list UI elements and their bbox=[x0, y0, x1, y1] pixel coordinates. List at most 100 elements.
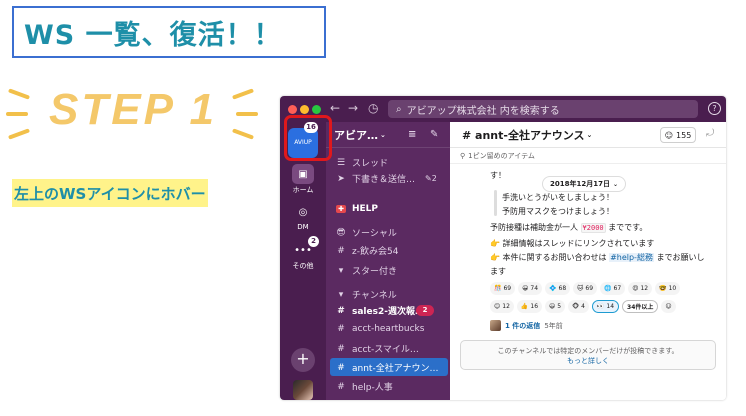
history-clock-icon[interactable]: ◷ bbox=[368, 101, 378, 115]
workspace-rail: AVIUP 16 ▣ ホーム ◎ DM ••• その他 2 + bbox=[280, 122, 326, 400]
huddle-icon[interactable]: ⤾ bbox=[706, 128, 714, 139]
step-ray-right-2 bbox=[236, 112, 258, 116]
quote-bar bbox=[494, 190, 497, 216]
sidebar-item-threads[interactable]: ☰ スレッド bbox=[336, 156, 388, 170]
forward-arrow-icon[interactable]: → bbox=[348, 101, 358, 115]
channel-label: help-人事 bbox=[352, 383, 393, 393]
compose-restricted-notice: このチャンネルでは特定のメンバーだけが投稿できます。 もっと詳しく bbox=[460, 340, 716, 370]
home-icon: ▣ bbox=[292, 164, 314, 184]
message-line: 手洗いとうがいをしましょう！ bbox=[502, 193, 614, 202]
sidebar-channel-annt[interactable]: # annt-全社アナウン… bbox=[336, 361, 438, 375]
sidebar-item-social-channel[interactable]: # z-飲み会54 bbox=[336, 244, 399, 258]
reaction-emoji: 🎊 bbox=[494, 285, 502, 292]
channel-label: z-飲み会54 bbox=[352, 247, 399, 257]
minimize-window-button[interactable] bbox=[300, 105, 309, 114]
sidebar-item-drafts[interactable]: ➤ 下書き＆送信… ✎2 bbox=[336, 172, 437, 186]
hash-icon: # bbox=[337, 381, 345, 392]
slide-title: WS 一覧、復活！！ bbox=[24, 19, 282, 51]
hash-icon: # bbox=[337, 343, 345, 354]
help-icon[interactable]: ? bbox=[708, 102, 721, 115]
section-label: スター付き bbox=[352, 267, 398, 277]
add-reaction-icon: ☺ bbox=[665, 303, 672, 310]
step-heading: STEP 1 bbox=[18, 82, 248, 138]
caret-down-icon: ▾ bbox=[338, 289, 344, 300]
reaction[interactable]: 🤓 10 bbox=[655, 282, 681, 295]
channel-label: acct-heartbucks bbox=[352, 324, 425, 334]
instruction-text: 左上のWSアイコンにホバー bbox=[14, 184, 206, 203]
workspace-icon-highlight bbox=[284, 115, 332, 161]
sidebar-channel-acct-heartbucks[interactable]: # acct-heartbucks bbox=[336, 324, 424, 334]
reaction[interactable]: 😀 74 bbox=[518, 282, 543, 295]
user-avatar[interactable] bbox=[293, 380, 313, 400]
chevron-down-icon: ⌄ bbox=[612, 180, 618, 188]
reaction[interactable]: 🐵 4 bbox=[568, 300, 589, 313]
reaction[interactable]: 🐱 69 bbox=[573, 282, 598, 295]
filter-icon[interactable]: ≡ bbox=[408, 129, 416, 140]
caret-down-icon: ▾ bbox=[338, 265, 344, 276]
inline-code: ¥2000 bbox=[580, 223, 606, 233]
reaction-count: 69 bbox=[503, 285, 512, 292]
rail-item-more[interactable]: ••• その他 bbox=[280, 240, 326, 271]
sidebar-section-starred[interactable]: ▾ スター付き bbox=[336, 264, 398, 278]
sidebar-channel-sales2[interactable]: # sales2-週次報… bbox=[336, 304, 424, 318]
reaction-count: 4 bbox=[581, 303, 585, 310]
more-reactions-button[interactable]: 34件以上 bbox=[622, 300, 659, 313]
reaction-count: 12 bbox=[640, 285, 649, 292]
instruction-banner: 左上のWSアイコンにホバー bbox=[12, 179, 208, 207]
chevron-down-icon: ⌄ bbox=[380, 130, 386, 139]
drafts-count-value: 2 bbox=[431, 174, 437, 183]
sidebar-section-help[interactable]: ✚ HELP bbox=[336, 204, 378, 214]
reaction[interactable]: 🎊 69 bbox=[490, 282, 516, 295]
rail-item-dm[interactable]: ◎ DM bbox=[280, 202, 326, 232]
add-reaction-button[interactable]: ☺ bbox=[661, 300, 676, 313]
reaction[interactable]: 🌐 67 bbox=[600, 282, 626, 295]
maximize-window-button[interactable] bbox=[312, 105, 321, 114]
reaction-count: 67 bbox=[613, 285, 622, 292]
reaction-count: 74 bbox=[530, 285, 539, 292]
reaction-count: 69 bbox=[585, 285, 594, 292]
reaction[interactable]: 👀 14 bbox=[591, 300, 620, 313]
thread-summary[interactable]: 1 件の返信 5年前 bbox=[490, 320, 563, 331]
close-window-button[interactable] bbox=[288, 105, 297, 114]
date-divider[interactable]: 2018年12月17日 ⌄ bbox=[542, 176, 626, 192]
message-line: す！ bbox=[490, 171, 506, 180]
message-text: 予防接種は補助金が一人 bbox=[490, 223, 581, 232]
more-badge: 2 bbox=[308, 236, 319, 247]
chevron-down-icon: ⌄ bbox=[586, 130, 593, 139]
drafts-icon: ➤ bbox=[337, 173, 345, 184]
message-text: 本件に関するお問い合わせは bbox=[502, 253, 610, 262]
learn-more-link[interactable]: もっと詳しく bbox=[461, 356, 715, 366]
channel-link[interactable]: #help-総務 bbox=[609, 253, 654, 262]
hash-icon: # bbox=[337, 324, 345, 334]
reaction[interactable]: 😊 12 bbox=[490, 300, 514, 313]
add-workspace-button[interactable]: + bbox=[291, 348, 315, 372]
rail-home-label: ホーム bbox=[292, 186, 314, 194]
pinned-bar[interactable]: ⚲ 1ピン留めのアイテム bbox=[450, 148, 726, 164]
reaction[interactable]: 😍 12 bbox=[628, 282, 653, 295]
back-arrow-icon[interactable]: ← bbox=[330, 101, 340, 115]
sidebar-header[interactable]: アビア… ⌄ ≡ ✎ bbox=[326, 122, 450, 148]
channel-title: # annt-全社アナウンス bbox=[462, 128, 585, 142]
sidebar-section-channels[interactable]: ▾ チャンネル bbox=[336, 288, 397, 302]
search-input[interactable]: ⌕ アビアップ株式会社 内を検索する bbox=[388, 100, 698, 118]
members-button[interactable]: ☺ 155 bbox=[660, 127, 696, 143]
reaction-emoji: 🤓 bbox=[659, 285, 667, 292]
reaction-count: 34件以上 bbox=[627, 304, 654, 311]
reply-avatar bbox=[490, 320, 501, 331]
sidebar-channel-help-hr[interactable]: # help-人事 bbox=[336, 380, 393, 394]
message-line: 予防用マスクをつけましょう！ bbox=[502, 207, 614, 216]
message-text: までです。 bbox=[605, 223, 648, 232]
reaction[interactable]: 💠 68 bbox=[545, 282, 571, 295]
compose-notice-text: このチャンネルでは特定のメンバーだけが投稿できます。 bbox=[497, 347, 679, 355]
reaction[interactable]: 😃 5 bbox=[545, 300, 566, 313]
reaction-emoji: 😀 bbox=[522, 285, 529, 292]
sidebar-channel-acct-smile[interactable]: # acct-スマイル… bbox=[336, 342, 419, 356]
person-icon: ☺ bbox=[664, 130, 674, 140]
compose-icon[interactable]: ✎ bbox=[430, 129, 438, 140]
hash-icon: # bbox=[337, 362, 345, 373]
sidebar-item-social[interactable]: 😎 ソーシャル bbox=[336, 226, 397, 240]
member-count: 155 bbox=[676, 130, 692, 140]
rail-item-home[interactable]: ▣ ホーム bbox=[280, 164, 326, 195]
rail-dm-label: DM bbox=[297, 223, 309, 231]
reaction[interactable]: 👍 16 bbox=[516, 300, 543, 313]
